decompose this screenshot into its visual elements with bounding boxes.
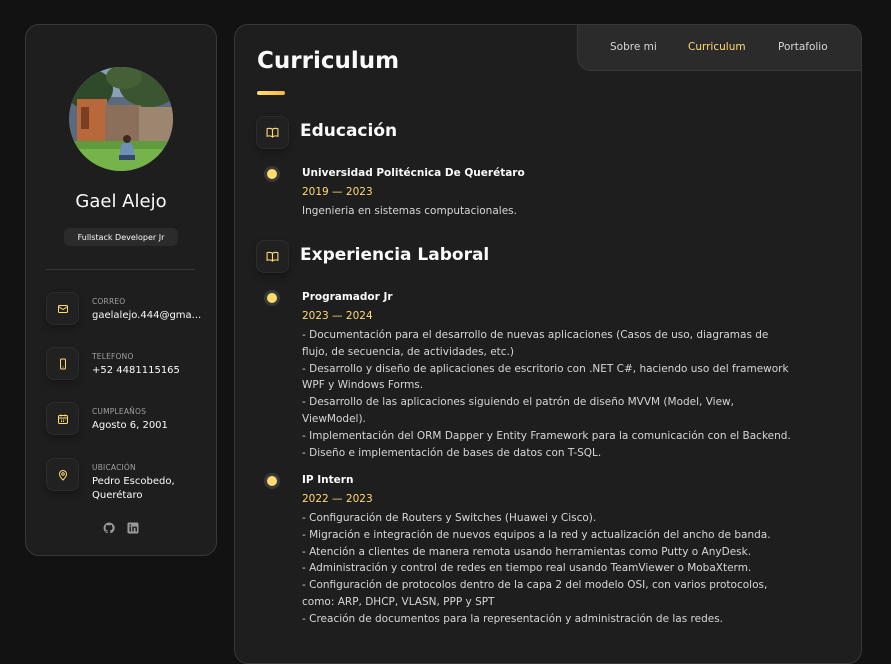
description-line: - Diseño e implementación de bases de da… [302, 446, 602, 459]
description-line: - Administración y control de redes en t… [302, 562, 752, 575]
contact-label: CORREO [92, 297, 126, 306]
description-line: - Configuración de protocolos dentro de … [302, 579, 768, 592]
social-links [26, 519, 216, 538]
description-line: - Documentación para el desarrollo de nu… [302, 329, 769, 341]
book-icon [257, 241, 288, 272]
email-link[interactable]: gaelalejo.444@gma... [92, 309, 202, 323]
contact-label: TELEFONO [92, 352, 134, 361]
item-date: 2023 — 2024 [302, 310, 373, 322]
description-line: - Atención a clientes de manera remota u… [302, 545, 752, 558]
avatar [69, 67, 173, 171]
description-line: - Configuración de Routers y Switches (H… [302, 512, 597, 524]
linkedin-icon[interactable] [127, 519, 139, 538]
section-title-education: Educación [300, 121, 398, 141]
item-title: IP Intern [302, 474, 354, 486]
item-description: - Configuración de Routers y Switches (H… [302, 510, 792, 628]
description-line: - Desarrollo de las aplicaciones siguien… [302, 396, 734, 409]
role-badge: Fullstack Developer Jr [64, 228, 178, 246]
description-line: como: ARP, DHCP, VLASN, PPP y SPT [302, 595, 495, 608]
item-title: Programador Jr [302, 291, 393, 303]
item-date: 2022 — 2023 [302, 493, 373, 505]
timeline-dot [267, 293, 277, 303]
location-pin-icon [47, 459, 78, 490]
item-description: Ingenieria en sistemas computacionales. [302, 203, 792, 220]
description-line: Ingenieria en sistemas computacionales. [302, 205, 517, 217]
sidebar-divider [46, 269, 195, 270]
description-line: - Implementación del ORM Dapper y Entity… [302, 429, 791, 442]
section-title-experience: Experiencia Laboral [300, 245, 490, 265]
resume-panel: Sobre mi Curriculum Portafolio Curriculu… [234, 24, 862, 664]
description-line: - Desarrollo y diseño de aplicaciones de… [302, 362, 789, 375]
nav-portfolio[interactable]: Portafolio [778, 41, 828, 53]
item-title: Universidad Politécnica De Querétaro [302, 167, 525, 179]
calendar-icon [47, 403, 78, 434]
description-line: ViewModel). [302, 412, 366, 425]
book-icon [257, 117, 288, 148]
birthday-value: Agosto 6, 2001 [92, 420, 168, 431]
top-navbar: Sobre mi Curriculum Portafolio [577, 25, 861, 71]
mail-icon [47, 293, 78, 324]
description-line: - Creación de documentos para la represe… [302, 612, 724, 625]
nav-curriculum[interactable]: Curriculum [688, 41, 746, 53]
timeline-dot [267, 476, 277, 486]
location-value: Pedro Escobedo, Querétaro [92, 476, 175, 501]
item-date: 2019 — 2023 [302, 186, 373, 198]
item-description: - Documentación para el desarrollo de nu… [302, 327, 792, 461]
contact-label: CUMPLEAÑOS [92, 407, 147, 416]
description-line: WPF y Windows Forms. [302, 379, 424, 392]
page-title: Curriculum [257, 48, 400, 74]
contact-label: UBICACIÓN [92, 463, 136, 472]
profile-name: Gael Alejo [75, 191, 167, 212]
github-icon[interactable] [103, 519, 115, 538]
timeline-dot [267, 169, 277, 179]
phone-link[interactable]: +52 4481115165 [92, 364, 202, 378]
phone-icon [47, 348, 78, 379]
description-line: - Migración e integración de nuevos equi… [302, 528, 771, 541]
avatar-photo [69, 67, 173, 171]
nav-about[interactable]: Sobre mi [610, 41, 657, 53]
profile-sidebar: Gael Alejo Fullstack Developer Jr CORREO… [25, 24, 217, 556]
title-underline [257, 91, 285, 95]
description-line: flujo, de secuencia, de actividades, etc… [302, 345, 515, 358]
